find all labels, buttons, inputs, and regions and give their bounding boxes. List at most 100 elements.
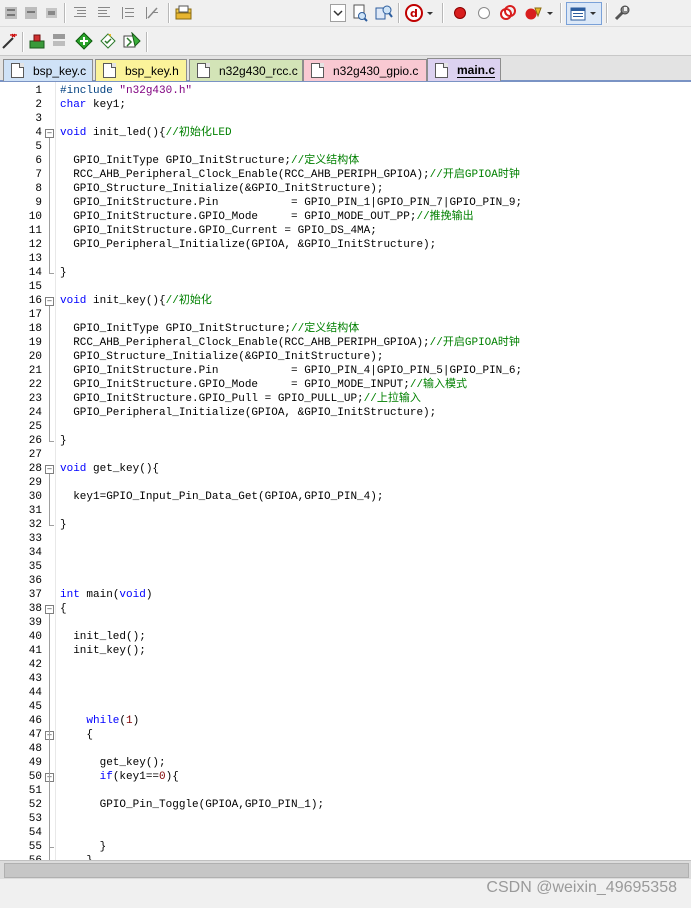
line-number: 44 <box>28 687 42 699</box>
disable-breakpoint-icon[interactable] <box>474 3 494 23</box>
dropdown-icon[interactable] <box>330 4 346 22</box>
line-number: 29 <box>28 477 42 489</box>
watermark-text: CSDN @weixin_49695358 <box>486 879 677 896</box>
line-number: 40 <box>28 631 42 643</box>
disable-all-breakpoints-icon[interactable] <box>498 3 518 23</box>
code-line[interactable]: GPIO_Pin_Toggle(GPIOA,GPIO_PIN_1); <box>60 798 324 812</box>
code-line[interactable]: GPIO_InitStructure.GPIO_Mode = GPIO_MODE… <box>60 210 473 224</box>
svg-text:d: d <box>410 7 418 20</box>
scrollbar-thumb[interactable] <box>4 863 689 878</box>
line-number: 17 <box>28 309 42 321</box>
unindent-icon[interactable] <box>22 3 42 23</box>
code-line[interactable]: GPIO_InitStructure.Pin = GPIO_PIN_4|GPIO… <box>60 364 522 378</box>
line-number: 14 <box>28 267 42 279</box>
code-line[interactable]: } <box>60 266 67 280</box>
line-number: 43 <box>28 673 42 685</box>
kill-breakpoints-icon[interactable] <box>524 3 544 23</box>
code-line[interactable]: } <box>60 434 67 448</box>
code-line[interactable]: } <box>60 518 67 532</box>
window-layout-icon[interactable] <box>566 2 602 25</box>
file-icon <box>435 62 448 78</box>
toolbar-separator <box>398 3 400 23</box>
code-line[interactable]: init_led(); <box>60 630 146 644</box>
code-line[interactable]: get_key(); <box>60 756 166 770</box>
code-line[interactable]: void init_led(){//初始化LED <box>60 126 232 140</box>
line-number: 25 <box>28 421 42 433</box>
fold-end-marker <box>49 847 54 848</box>
code-line[interactable]: { <box>60 728 93 742</box>
code-line[interactable]: } <box>60 840 107 854</box>
code-line[interactable]: GPIO_Structure_Initialize(&GPIO_InitStru… <box>60 182 383 196</box>
code-line[interactable]: GPIO_InitType GPIO_InitStructure;//定义结构体 <box>60 154 359 168</box>
code-line[interactable]: key1=GPIO_Input_Pin_Data_Get(GPIOA,GPIO_… <box>60 490 383 504</box>
code-line[interactable]: GPIO_InitStructure.GPIO_Mode = GPIO_MODE… <box>60 378 467 392</box>
horizontal-scrollbar[interactable] <box>0 860 691 879</box>
tab-n32g430-gpio-c[interactable]: n32g430_gpio.c <box>303 59 427 81</box>
tab-bsp-key-c[interactable]: bsp_key.c <box>3 59 93 81</box>
translate-icon[interactable] <box>98 31 118 51</box>
fold-guide-line <box>49 782 50 847</box>
build-toolbar <box>0 27 691 56</box>
code-line[interactable]: GPIO_Peripheral_Initialize(GPIOA, &GPIO_… <box>60 238 436 252</box>
target-options-icon[interactable] <box>0 31 20 51</box>
code-line[interactable]: init_key(); <box>60 644 146 658</box>
rebuild-icon[interactable] <box>50 31 70 51</box>
find-replace-icon[interactable] <box>374 3 394 23</box>
toolbar-separator <box>560 3 562 23</box>
line-number: 42 <box>28 659 42 671</box>
comment-icon[interactable] <box>118 3 138 23</box>
find-in-files-icon[interactable] <box>350 3 370 23</box>
line-number: 5 <box>35 141 42 153</box>
indent-lines-icon[interactable] <box>70 3 90 23</box>
uncomment-icon[interactable] <box>142 3 162 23</box>
code-line[interactable]: char key1; <box>60 98 126 112</box>
breakpoint-icon[interactable] <box>450 3 470 23</box>
line-number: 28 <box>28 463 42 475</box>
code-line[interactable]: RCC_AHB_Peripheral_Clock_Enable(RCC_AHB_… <box>60 336 520 350</box>
indent-icon[interactable] <box>2 3 22 23</box>
code-line[interactable]: #include "n32g430.h" <box>60 84 192 98</box>
line-number: 8 <box>35 183 42 195</box>
breakpoint-dropdown-icon[interactable] <box>544 3 556 23</box>
tab-n32g430-rcc-c[interactable]: n32g430_rcc.c <box>189 59 303 81</box>
fold-toggle-icon[interactable]: − <box>45 297 54 306</box>
line-number: 15 <box>28 281 42 293</box>
code-line[interactable]: GPIO_Structure_Initialize(&GPIO_InitStru… <box>60 350 383 364</box>
line-number: 22 <box>28 379 42 391</box>
code-line[interactable]: GPIO_InitStructure.GPIO_Pull = GPIO_PULL… <box>60 392 421 406</box>
file-icon <box>197 63 210 78</box>
debug-icon[interactable]: d <box>404 3 424 23</box>
fold-guide-line <box>49 138 50 273</box>
code-line[interactable]: while(1) <box>60 714 139 728</box>
code-line[interactable]: int main(void) <box>60 588 152 602</box>
code-line[interactable]: { <box>60 602 67 616</box>
file-icon <box>11 63 24 78</box>
open-folder-icon[interactable] <box>174 3 194 23</box>
code-line[interactable]: GPIO_InitStructure.Pin = GPIO_PIN_1|GPIO… <box>60 196 522 210</box>
fold-toggle-icon[interactable]: − <box>45 129 54 138</box>
debug-dropdown-icon[interactable] <box>424 3 436 23</box>
build-icon[interactable] <box>27 31 47 51</box>
unindent-lines-icon[interactable] <box>94 3 114 23</box>
code-editor[interactable]: 1 2 3 4−5 6 7 8 9 10 11 12 13 14 15 16−17 18 19 20 21 22 23 2… <box>0 82 691 860</box>
line-number: 7 <box>35 169 42 181</box>
tab-bsp-key-h[interactable]: bsp_key.h <box>95 59 187 81</box>
fold-toggle-icon[interactable]: − <box>45 605 54 614</box>
code-line[interactable]: GPIO_InitType GPIO_InitStructure;//定义结构体 <box>60 322 359 336</box>
tab-main-c[interactable]: main.c <box>427 58 501 81</box>
line-number: 52 <box>28 799 42 811</box>
tab-label: bsp_key.h <box>125 63 179 78</box>
fold-toggle-icon[interactable]: − <box>45 465 54 474</box>
redo-icon[interactable] <box>42 3 62 23</box>
settings-wrench-icon[interactable] <box>612 3 632 23</box>
code-line[interactable]: void get_key(){ <box>60 462 159 476</box>
code-line[interactable]: RCC_AHB_Peripheral_Clock_Enable(RCC_AHB_… <box>60 168 520 182</box>
code-line[interactable]: GPIO_Peripheral_Initialize(GPIOA, &GPIO_… <box>60 406 436 420</box>
code-line[interactable]: void init_key(){//初始化 <box>60 294 212 308</box>
batch-build-icon[interactable] <box>122 31 142 51</box>
code-line[interactable]: if(key1==0){ <box>60 770 179 784</box>
download-icon[interactable] <box>74 31 94 51</box>
code-line[interactable]: GPIO_InitStructure.GPIO_Current = GPIO_D… <box>60 224 377 238</box>
toolbar-separator <box>64 3 66 23</box>
toolbar-separator <box>168 3 170 23</box>
